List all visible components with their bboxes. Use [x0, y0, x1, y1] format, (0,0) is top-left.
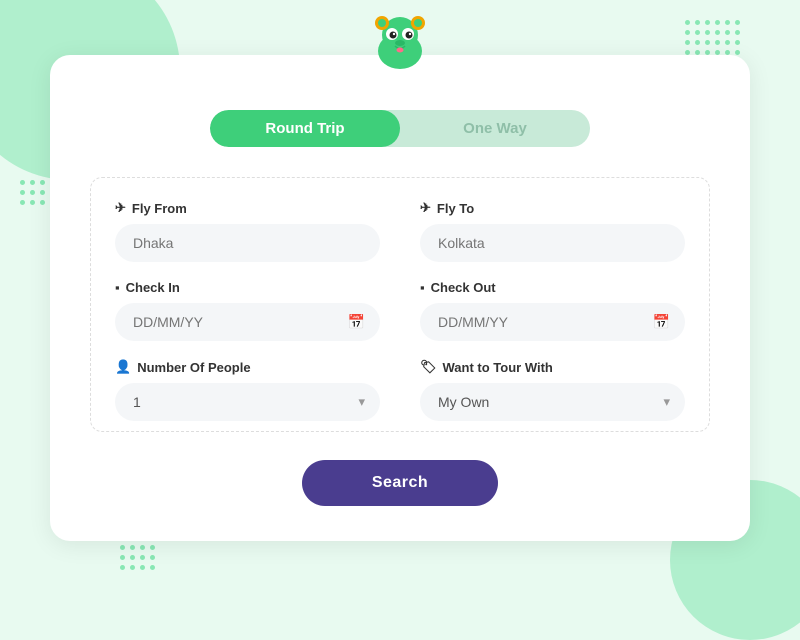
- tour-with-icon: 🏷: [420, 359, 437, 375]
- fly-from-icon: ✈: [115, 200, 126, 216]
- mascot-icon: [365, 13, 435, 73]
- people-icon: 👤: [115, 359, 131, 375]
- check-out-icon: ▪: [420, 280, 425, 295]
- check-in-group: ▪ Check In 📅: [115, 280, 380, 341]
- fly-to-group: ✈ Fly To: [420, 200, 685, 262]
- tour-with-label: 🏷 Want to Tour With: [420, 359, 685, 375]
- one-way-tab[interactable]: One Way: [400, 110, 590, 147]
- fly-to-icon: ✈: [420, 200, 431, 216]
- main-card: Round Trip One Way ✈ Fly From: [50, 55, 750, 541]
- search-button[interactable]: Search: [302, 460, 498, 506]
- number-of-people-select[interactable]: 1 2 3 4 5: [115, 383, 380, 421]
- number-of-people-label: 👤 Number Of People: [115, 359, 380, 375]
- trip-toggle: Round Trip One Way: [210, 110, 590, 147]
- check-in-label: ▪ Check In: [115, 280, 380, 295]
- tour-with-select-wrapper: My Own Friends Family Partner Group ▾: [420, 383, 685, 421]
- tour-with-select[interactable]: My Own Friends Family Partner Group: [420, 383, 685, 421]
- form-grid: ✈ Fly From ✈ Fly To: [115, 200, 685, 421]
- number-of-people-group: 👤 Number Of People 1 2 3 4 5 ▾: [115, 359, 380, 421]
- check-in-input[interactable]: [115, 303, 380, 341]
- check-out-group: ▪ Check Out 📅: [420, 280, 685, 341]
- fly-from-group: ✈ Fly From: [115, 200, 380, 262]
- tour-with-group: 🏷 Want to Tour With My Own Friends Famil…: [420, 359, 685, 421]
- fly-to-input-wrapper: [420, 224, 685, 262]
- fly-from-input[interactable]: [115, 224, 380, 262]
- fly-from-label: ✈ Fly From: [115, 200, 380, 216]
- check-out-input[interactable]: [420, 303, 685, 341]
- check-out-input-wrapper: 📅: [420, 303, 685, 341]
- round-trip-tab[interactable]: Round Trip: [210, 110, 400, 147]
- fly-from-input-wrapper: [115, 224, 380, 262]
- fly-to-input[interactable]: [420, 224, 685, 262]
- check-in-input-wrapper: 📅: [115, 303, 380, 341]
- number-of-people-select-wrapper: 1 2 3 4 5 ▾: [115, 383, 380, 421]
- search-btn-wrapper: Search: [90, 460, 710, 506]
- check-out-label: ▪ Check Out: [420, 280, 685, 295]
- fly-to-label: ✈ Fly To: [420, 200, 685, 216]
- card-wrapper: Round Trip One Way ✈ Fly From: [50, 55, 750, 545]
- check-in-icon: ▪: [115, 280, 120, 295]
- form-area: ✈ Fly From ✈ Fly To: [90, 177, 710, 432]
